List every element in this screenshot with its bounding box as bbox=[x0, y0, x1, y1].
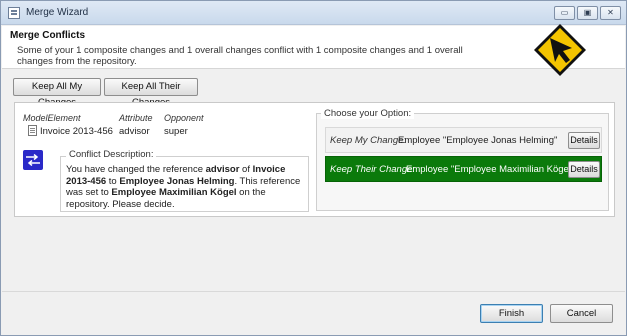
maximize-button[interactable]: ▣ bbox=[577, 6, 598, 20]
merge-wizard-window: Merge Wizard ▭ ▣ ✕ Merge Conflicts Some … bbox=[0, 0, 627, 336]
option-mine-value: Employee "Employee Jonas Helming" bbox=[398, 135, 558, 146]
page-title: Merge Conflicts bbox=[10, 30, 86, 41]
details-button-mine[interactable]: Details bbox=[568, 132, 600, 149]
details-button-theirs[interactable]: Details bbox=[568, 161, 600, 178]
footer-divider bbox=[2, 291, 625, 292]
column-model-element: ModelElement bbox=[23, 113, 81, 123]
document-icon bbox=[28, 125, 37, 136]
conflict-panel: ModelElement Attribute Opponent Invoice … bbox=[14, 102, 615, 217]
cursor-sign-icon bbox=[534, 24, 586, 76]
column-opponent: Opponent bbox=[164, 113, 204, 123]
model-element-value: Invoice 2013-456 bbox=[40, 126, 113, 137]
attribute-value: advisor bbox=[119, 126, 150, 137]
opponent-value: super bbox=[164, 126, 188, 137]
keep-all-my-changes-button[interactable]: Keep All My Changes bbox=[13, 78, 101, 108]
minimize-button[interactable]: ▭ bbox=[554, 6, 575, 20]
header-message: Some of your 1 composite changes and 1 o… bbox=[17, 45, 463, 67]
option-theirs-label: Keep Their Change: bbox=[330, 164, 416, 175]
finish-button[interactable]: Finish bbox=[480, 304, 543, 323]
conflict-arrows-icon bbox=[23, 150, 43, 170]
option-theirs-value: Employee "Employee Maximilian Kögel" bbox=[406, 164, 575, 175]
cancel-button[interactable]: Cancel bbox=[550, 304, 613, 323]
close-button[interactable]: ✕ bbox=[600, 6, 621, 20]
conflict-description-legend: Conflict Description: bbox=[66, 149, 157, 160]
keep-all-their-changes-button[interactable]: Keep All Their Changes bbox=[104, 78, 198, 108]
window-icon bbox=[8, 7, 20, 19]
option-mine-label: Keep My Change: bbox=[330, 135, 407, 146]
column-attribute: Attribute bbox=[119, 113, 153, 123]
conflict-description: You have changed the reference advisor o… bbox=[66, 164, 301, 210]
conflict-description-box: You have changed the reference advisor o… bbox=[60, 156, 309, 212]
options-group: Keep My Change: Employee "Employee Jonas… bbox=[316, 113, 609, 211]
wizard-header: Merge Conflicts Some of your 1 composite… bbox=[2, 24, 625, 76]
option-keep-my-change[interactable]: Keep My Change: Employee "Employee Jonas… bbox=[325, 127, 602, 153]
window-title: Merge Wizard bbox=[26, 7, 89, 18]
options-legend: Choose your Option: bbox=[321, 108, 415, 119]
option-keep-their-change[interactable]: Keep Their Change: Employee "Employee Ma… bbox=[325, 156, 602, 182]
